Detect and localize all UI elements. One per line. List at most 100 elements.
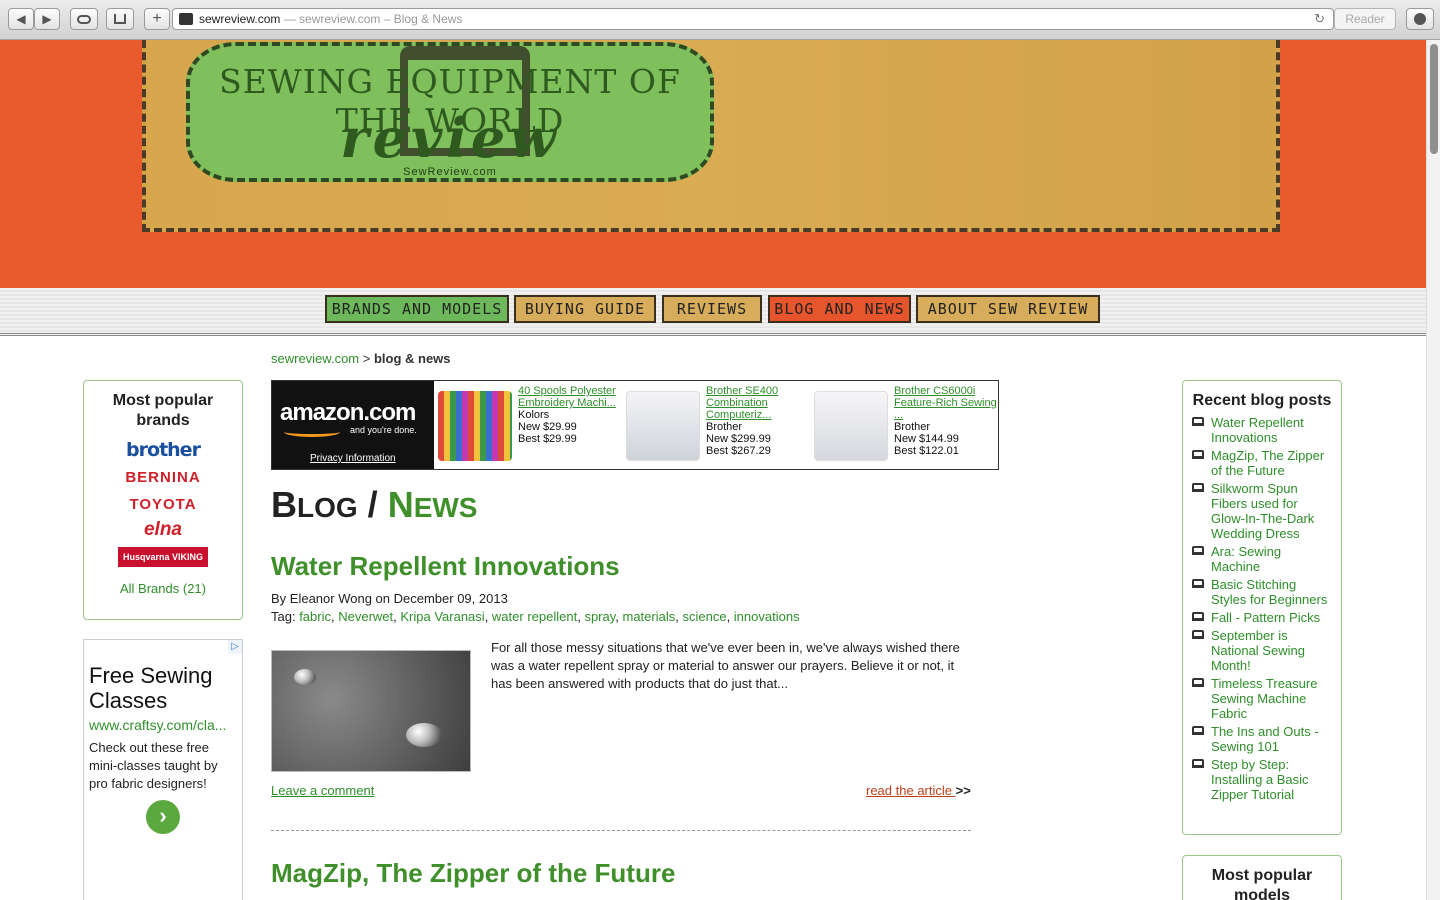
recent-post-item[interactable]: Step by Step: Installing a Basic Zipper … [1192,757,1333,802]
water-drop [294,669,316,685]
title-separator: / [357,484,388,525]
recent-post-link[interactable]: Timeless Treasure Sewing Machine Fabric [1211,676,1317,721]
adchoices-icon[interactable]: ▷ [228,640,242,654]
recent-post-link[interactable]: Step by Step: Installing a Basic Zipper … [1211,757,1309,802]
tag-link[interactable]: innovations [734,609,800,624]
post-thumbnail[interactable] [271,650,471,772]
recent-post-link[interactable]: MagZip, The Zipper of the Future [1211,448,1324,478]
url-domain: sewreview.com [199,12,281,26]
reload-icon[interactable]: ↻ [1314,9,1325,29]
recent-post-item[interactable]: Timeless Treasure Sewing Machine Fabric [1192,676,1333,721]
brand-toyota-logo[interactable]: TOYOTA [118,496,208,513]
tag-link[interactable]: water repellent [492,609,577,624]
product-image[interactable] [438,391,512,461]
nav-brands-and-models[interactable]: BRANDS AND MODELS [325,295,509,323]
post-divider [271,830,971,831]
recent-post-item[interactable]: Fall - Pattern Picks [1192,610,1333,625]
recent-post-link[interactable]: Fall - Pattern Picks [1211,610,1320,625]
sewing-machine-icon [1192,678,1204,687]
nav-reviews[interactable]: REVIEWS [662,295,762,323]
recent-post-link[interactable]: Water Repellent Innovations [1211,415,1304,445]
ad-title[interactable]: Free Sewing Classes [89,663,242,713]
forward-button[interactable]: ▶ [34,8,60,30]
tags-label: Tag: [271,609,300,624]
back-button[interactable]: ◀ [8,8,34,30]
nav-blog-and-news[interactable]: BLOG AND NEWS [768,295,911,323]
recent-post-link[interactable]: Silkworm Spun Fibers used for Glow-In-Th… [1211,481,1314,541]
downloads-button[interactable] [1406,8,1434,30]
recent-post-link[interactable]: Basic Stitching Styles for Beginners [1211,577,1327,607]
product-brand: Kolors [518,409,550,421]
recent-post-item[interactable]: The Ins and Outs - Sewing 101 [1192,724,1333,754]
product-title-link[interactable]: Brother CS6000i Feature-Rich Sewing ... [894,385,1002,421]
leave-comment-link[interactable]: Leave a comment [271,783,374,798]
sewing-machine-icon [1192,483,1204,492]
recent-post-item[interactable]: September is National Sewing Month! [1192,628,1333,673]
logo-site-name: SewReview.com [403,166,497,178]
tag-link[interactable]: spray [584,609,615,624]
product-brand: Brother [894,421,931,433]
all-brands-link[interactable]: All Brands (21) [84,581,242,596]
amazon-logo[interactable]: amazon.com and you're done. Privacy Info… [272,381,434,469]
tag-link[interactable]: materials [623,609,676,624]
recent-post-link[interactable]: Ara: Sewing Machine [1211,544,1281,574]
sewing-machine-icon [1192,579,1204,588]
recent-post-item[interactable]: MagZip, The Zipper of the Future [1192,448,1333,478]
site-logo[interactable]: SEWING EQUIPMENT OF THE WORLD review Sew… [186,42,714,182]
ad-unit[interactable]: ▷ Free Sewing Classes www.craftsy.com/cl… [83,639,243,900]
nav-buying-guide[interactable]: BUYING GUIDE [514,295,656,323]
recent-post-link[interactable]: The Ins and Outs - Sewing 101 [1211,724,1319,754]
web-page: SEWING EQUIPMENT OF THE WORLD review Sew… [0,40,1426,900]
product-image[interactable] [626,391,700,461]
sewing-machine-icon [1192,612,1204,621]
recent-posts-list: Water Repellent Innovations MagZip, The … [1183,415,1341,802]
amazon-item[interactable]: Brother CS6000i Feature-Rich Sewing ... … [814,385,1002,467]
sewing-machine-icon [1192,726,1204,735]
popular-brands-title: Most popular brands [112,392,214,429]
product-title-link[interactable]: Brother SE400 Combination Computeriz... [706,385,814,421]
sewing-machine-icon [1192,417,1204,426]
popular-models-title: Most popular models [1211,867,1313,900]
recent-post-item[interactable]: Water Repellent Innovations [1192,415,1333,445]
post-title-link[interactable]: Water Repellent Innovations [271,551,620,582]
brand-brother-logo[interactable]: brother [118,439,208,461]
new-tab-button[interactable]: + [144,8,170,30]
amazon-item[interactable]: 40 Spools Polyester Embroidery Machi... … [438,385,626,467]
icloud-tabs-button[interactable] [70,8,98,30]
product-new-price: New $144.99 [894,433,959,445]
ad-url[interactable]: www.craftsy.com/cla... [89,717,239,733]
product-new-price: New $299.99 [706,433,771,445]
vertical-scrollbar[interactable] [1426,40,1440,900]
amazon-smile-icon [284,427,340,437]
product-best-price: Best $29.99 [518,433,577,445]
share-button[interactable] [106,8,134,30]
product-image[interactable] [814,391,888,461]
cloud-icon [77,14,91,24]
brand-bernina-logo[interactable]: BERNINA [118,469,208,486]
tag-link[interactable]: fabric [299,609,331,624]
breadcrumb-home-link[interactable]: sewreview.com [271,351,359,366]
amazon-privacy-link[interactable]: Privacy Information [310,453,396,464]
sewing-machine-icon [1192,450,1204,459]
tag-link[interactable]: Kripa Varanasi [400,609,484,624]
ad-go-arrow-icon[interactable]: › [146,800,180,834]
address-bar[interactable]: sewreview.com — sewreview.com – Blog & N… [172,8,1334,30]
product-title-link[interactable]: 40 Spools Polyester Embroidery Machi... [518,385,626,409]
recent-post-link[interactable]: September is National Sewing Month! [1211,628,1305,673]
read-article-arrows: >> [955,783,971,798]
recent-post-item[interactable]: Basic Stitching Styles for Beginners [1192,577,1333,607]
nav-about-sew-review[interactable]: ABOUT SEW REVIEW [916,295,1100,323]
post-title-link[interactable]: MagZip, The Zipper of the Future [271,858,675,889]
scrollbar-thumb[interactable] [1430,44,1438,154]
recent-post-item[interactable]: Silkworm Spun Fibers used for Glow-In-Th… [1192,481,1333,541]
tag-link[interactable]: science [682,609,726,624]
recent-post-item[interactable]: Ara: Sewing Machine [1192,544,1333,574]
amazon-item[interactable]: Brother SE400 Combination Computeriz... … [626,385,814,467]
tag-link[interactable]: Neverwet [338,609,393,624]
brand-husqvarna-viking-logo[interactable]: Husqvarna VIKING [118,547,208,567]
browser-toolbar: ◀ ▶ + sewreview.com — sewreview.com – Bl… [0,0,1440,40]
reader-button[interactable]: Reader [1334,8,1396,30]
read-article-link[interactable]: read the article [866,783,956,798]
recent-posts-title: Recent blog posts [1192,392,1332,409]
brand-elna-logo[interactable]: elna [118,519,208,541]
